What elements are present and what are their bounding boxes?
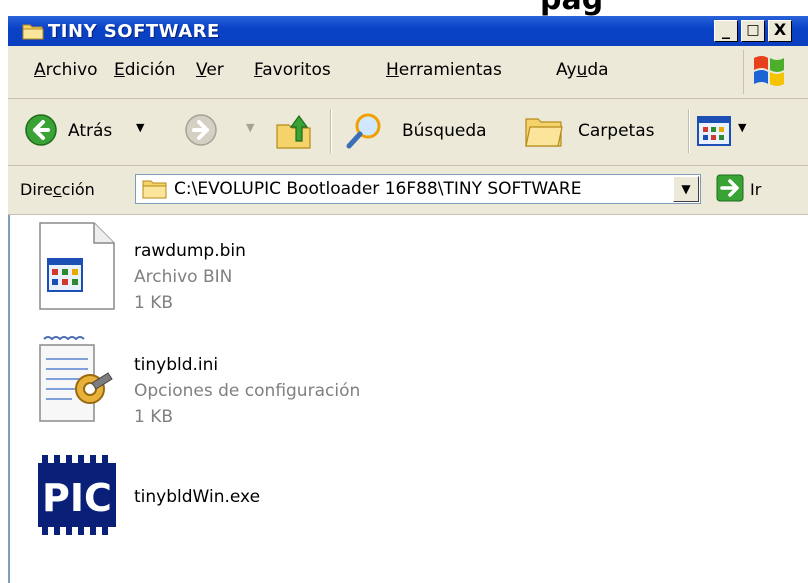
- back-button[interactable]: Atrás ▼: [18, 109, 168, 153]
- bin-file-icon: [39, 222, 115, 310]
- svg-text:PIC: PIC: [42, 476, 112, 520]
- pic-chip-icon: PIC: [38, 455, 116, 535]
- folders-icon: [525, 118, 563, 147]
- forward-arrow-icon: [185, 114, 217, 146]
- menu-herramientas[interactable]: Herramientas: [386, 60, 502, 80]
- list-item[interactable]: tinybld.ini Opciones de configuración 1 …: [32, 335, 532, 435]
- toolbar-separator: [330, 109, 332, 153]
- chevron-down-icon: ▼: [738, 121, 747, 134]
- search-icon: [346, 113, 381, 149]
- file-name: tinybld.ini: [134, 355, 219, 375]
- address-value: C:\EVOLUPIC Bootloader 16F88\TINY SOFTWA…: [174, 179, 582, 199]
- views-grid-icon: [697, 116, 731, 146]
- menu-favoritos[interactable]: Favoritos: [254, 60, 331, 80]
- minimize-button[interactable]: _: [714, 20, 738, 42]
- chevron-down-icon: ▼: [246, 121, 255, 134]
- file-type: Opciones de configuración: [134, 381, 361, 401]
- forward-button[interactable]: ▼: [180, 109, 260, 153]
- address-label: Dirección: [20, 180, 95, 199]
- back-label: Atrás: [68, 121, 113, 141]
- folders-button[interactable]: Carpetas: [522, 109, 678, 153]
- address-dropdown-button[interactable]: ▼: [673, 176, 699, 202]
- menu-bar: Archivo Edición Ver Favoritos Herramient…: [8, 46, 808, 99]
- up-folder-icon[interactable]: [274, 111, 314, 151]
- address-input[interactable]: C:\EVOLUPIC Bootloader 16F88\TINY SOFTWA…: [135, 174, 701, 204]
- file-name: rawdump.bin: [134, 241, 246, 261]
- file-name: tinybldWin.exe: [134, 487, 261, 507]
- folder-icon: [142, 180, 167, 199]
- views-button[interactable]: ▼: [696, 113, 760, 149]
- windows-logo-icon: [743, 50, 784, 94]
- folder-icon: [22, 24, 44, 40]
- toolbar-separator: [688, 109, 690, 153]
- file-list: rawdump.bin Archivo BIN 1 KB tinybld.ini…: [8, 215, 808, 583]
- window-title: TINY SOFTWARE: [48, 21, 220, 42]
- close-button[interactable]: X: [768, 20, 792, 42]
- toolbar: Atrás ▼ ▼ Búsqueda Carpetas ▼: [8, 99, 808, 166]
- menu-edicion[interactable]: Edición: [114, 60, 176, 80]
- folders-label: Carpetas: [578, 121, 655, 141]
- title-bar[interactable]: TINY SOFTWARE _ □ X: [8, 16, 808, 46]
- file-size: 1 KB: [134, 407, 174, 427]
- file-type: Archivo BIN: [134, 267, 233, 287]
- search-button[interactable]: Búsqueda: [342, 109, 512, 153]
- menu-ayuda[interactable]: Ayuda: [556, 60, 609, 80]
- address-bar: Dirección C:\EVOLUPIC Bootloader 16F88\T…: [8, 166, 808, 215]
- menu-archivo[interactable]: Archivo: [34, 60, 98, 80]
- search-label: Búsqueda: [402, 121, 487, 141]
- list-item[interactable]: PIC tinybldWin.exe: [32, 453, 532, 553]
- go-label[interactable]: Ir: [750, 180, 761, 199]
- chevron-down-icon: ▼: [136, 121, 145, 134]
- list-item[interactable]: rawdump.bin Archivo BIN 1 KB: [32, 221, 532, 321]
- menu-ver[interactable]: Ver: [196, 60, 224, 80]
- ini-settings-icon: [39, 336, 113, 422]
- background-window-text: pag: [540, 0, 603, 17]
- file-size: 1 KB: [134, 293, 174, 313]
- maximize-button[interactable]: □: [741, 20, 765, 42]
- back-arrow-icon: [25, 114, 57, 146]
- go-arrow-icon[interactable]: [716, 174, 744, 202]
